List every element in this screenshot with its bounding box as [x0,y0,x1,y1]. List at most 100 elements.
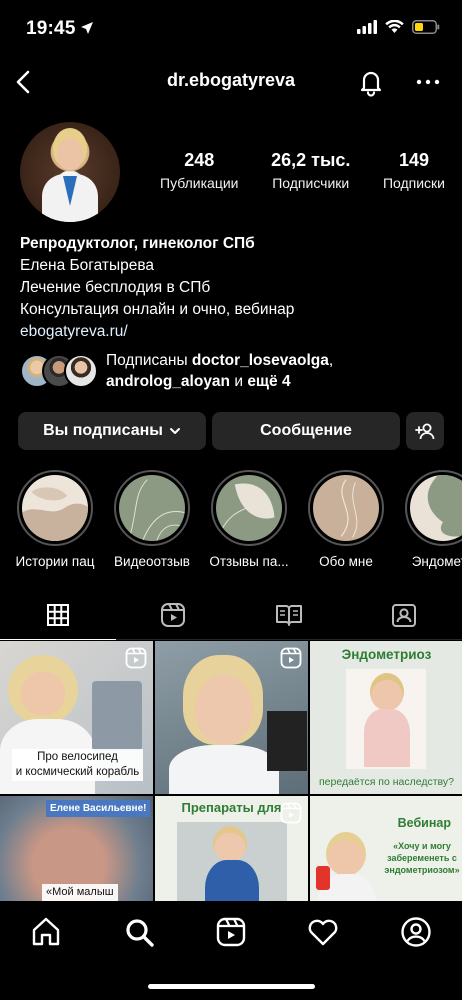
highlight-ring [17,470,93,546]
search-icon[interactable] [122,915,156,949]
post-caption: Про велосипед и космический корабль [10,749,145,781]
highlight-label: Отзывы па... [209,554,289,569]
guides-book-icon [275,605,302,626]
avatar-face [57,138,83,170]
following-button[interactable]: Вы подписаны [18,412,206,450]
profile-bio: Репродуктолог, гинеколог СПб Елена Богат… [20,233,450,343]
post-caption: «Мой малыш [42,884,118,901]
highlight-cover-image [22,475,88,541]
followed-by-text: Подписаны doctor_losevaolga, androlog_al… [106,350,333,392]
stat-posts-count: 248 [184,150,215,170]
tagged-person-icon [392,604,417,627]
heart-activity-icon[interactable] [306,915,340,949]
followed-by-user[interactable]: doctor_losevaolga [192,352,329,369]
stat-followers[interactable]: 26,2 тыс. Подписчики [271,150,350,191]
status-time: 19:45 [26,18,76,39]
home-icon[interactable] [29,915,63,949]
follower-avatar [64,354,98,388]
post-photo-machine [92,681,142,751]
highlight-item[interactable]: Видеоотзыв [107,470,197,569]
highlight-cover-image [313,475,379,541]
stat-following[interactable]: 149 Подписки [383,150,445,191]
tab-guides[interactable] [231,590,347,640]
reel-indicator-icon [280,802,302,824]
cellular-signal-icon [357,20,377,34]
home-indicator [148,984,315,989]
highlight-label: Истории пац [15,554,95,569]
post-caption-text: «Хочу и могу забеременеть с эндометриозо… [384,841,460,875]
post-photo-monitor [267,711,307,771]
reel-indicator-icon [125,647,147,669]
post-thumbnail[interactable]: Про велосипед и космический корабль [0,641,153,794]
highlight-ring [211,470,287,546]
post-photo-face [195,675,253,745]
profile-icon[interactable] [399,915,433,949]
reel-indicator-icon [280,647,302,669]
bio-line: Елена Богатырева [20,257,155,274]
bio-line: Консультация онлайн и очно, вебинар [20,301,295,318]
highlight-ring [405,470,462,546]
stat-posts-label: Публикации [160,175,239,191]
post-photo-phone [316,866,330,890]
post-photo-coat [169,745,279,794]
post-thumbnail[interactable]: Эндометриоз передаётся по наследству? [310,641,462,794]
stat-posts[interactable]: 248 Публикации [160,150,238,191]
tab-reels[interactable] [116,590,232,640]
reels-icon[interactable] [214,915,248,949]
chevron-down-icon [169,428,180,434]
highlight-item[interactable]: Истории пац [10,470,100,569]
profile-content-tabs [0,590,462,640]
notifications-bell-icon[interactable] [356,67,386,97]
stat-followers-count: 26,2 тыс. [271,150,351,170]
message-button[interactable]: Сообщение [212,412,400,450]
post-photo-face [213,826,247,862]
suggest-people-button[interactable] [406,412,444,450]
highlight-label: Обо мне [319,554,373,569]
bio-website-link[interactable]: ebogatyreva.ru/ [20,321,450,343]
post-title: Вебинар [397,816,451,830]
post-thumbnail[interactable]: Вебинар «Хочу и могу забеременеть с эндо… [310,796,462,901]
post-caption-text: «Мой малыш [42,884,118,901]
post-thumbnail[interactable] [155,641,308,794]
profile-avatar[interactable] [20,122,120,222]
post-photo-face [326,832,366,876]
followed-by-prefix: Подписаны [106,352,192,369]
grid-icon [46,603,69,626]
highlight-label: Эндометр [411,554,462,569]
post-caption-text: Про велосипед и космический корабль [11,749,144,781]
highlight-cover-image [216,475,282,541]
highlight-label: Видеоотзыв [114,554,190,569]
battery-icon [412,20,440,34]
post-photo-face [370,673,404,711]
post-photo-scrubs [205,860,259,901]
bio-headline: Репродуктолог, гинеколог СПб [20,235,255,252]
story-highlights: Истории пац Видеоотзыв Отзывы па... Обо … [0,470,462,580]
followed-by-user[interactable]: androlog_aloyan [106,373,230,390]
post-title: Эндометриоз [341,647,432,662]
wifi-icon [385,20,404,33]
post-thumbnail[interactable]: Препараты для [155,796,308,901]
followed-by-more[interactable]: ещё 4 [247,373,290,390]
tab-posts-grid[interactable] [0,590,116,640]
profile-username: dr.ebogatyreva [166,70,296,90]
highlight-item[interactable]: Отзывы па... [204,470,294,569]
tab-tagged[interactable] [347,590,462,640]
highlight-cover-image [410,475,462,541]
location-arrow-icon [81,22,93,34]
post-thumbnail[interactable]: Елене Васильевне! «Мой малыш [0,796,153,901]
stat-followers-label: Подписчики [272,175,350,191]
more-options-icon[interactable] [414,68,442,96]
status-bar: 19:45 [0,0,462,58]
followed-by[interactable]: Подписаны doctor_losevaolga, androlog_al… [20,350,450,394]
bio-line: Лечение бесплодия в СПб [20,279,211,296]
reels-icon [161,603,186,627]
stat-following-label: Подписки [382,175,445,191]
followed-by-avatars [20,354,100,390]
highlight-item[interactable]: Обо мне [301,470,391,569]
highlight-item[interactable]: Эндометр [398,470,462,569]
add-person-icon [415,423,435,440]
stat-following-count: 149 [398,150,429,170]
post-top-label: Елене Васильевне! [46,800,151,817]
followed-by-and: и [230,373,248,390]
highlight-ring [114,470,190,546]
